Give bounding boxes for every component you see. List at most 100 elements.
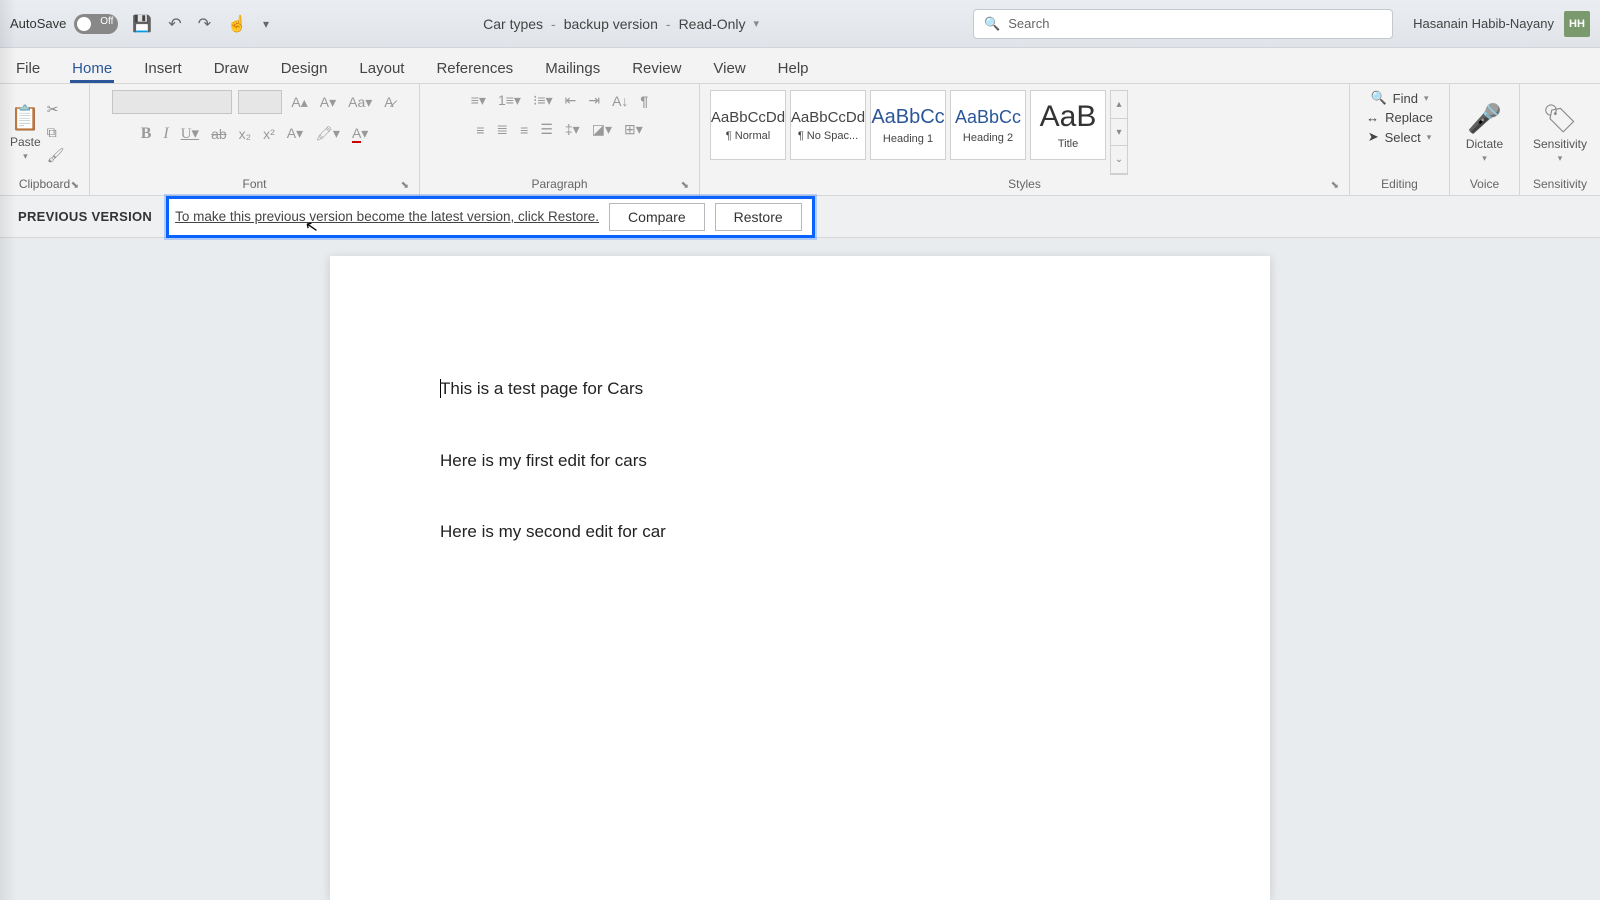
restore-button[interactable]: Restore: [715, 203, 802, 231]
group-label-clipboard: Clipboard⬊: [10, 175, 79, 193]
tab-design[interactable]: Design: [279, 53, 330, 83]
sensitivity-label: Sensitivity: [1533, 137, 1587, 151]
font-color-icon[interactable]: A▾: [349, 123, 371, 144]
decrease-indent-icon[interactable]: ⇤: [562, 90, 580, 111]
change-case-icon[interactable]: Aa▾: [345, 92, 375, 113]
launcher-icon[interactable]: ⬊: [401, 180, 409, 191]
bullets-icon[interactable]: ≡▾: [468, 90, 489, 111]
find-button[interactable]: 🔍Find▾: [1370, 90, 1428, 106]
justify-icon[interactable]: ☰: [537, 119, 556, 140]
search-icon: 🔍: [1370, 90, 1386, 106]
italic-button[interactable]: I: [160, 123, 171, 145]
copy-icon[interactable]: ⧉: [47, 124, 65, 141]
shrink-font-icon[interactable]: A▾: [317, 92, 339, 113]
compare-button[interactable]: Compare: [609, 203, 705, 231]
group-sensitivity: 🏷 Sensitivity ▾ Sensitivity: [1520, 84, 1600, 195]
tab-review[interactable]: Review: [630, 53, 683, 83]
undo-icon[interactable]: ↶: [168, 14, 181, 34]
page[interactable]: This is a test page for Cars Here is my …: [330, 256, 1270, 900]
font-name-select[interactable]: [112, 90, 232, 114]
tab-mailings[interactable]: Mailings: [543, 53, 602, 83]
style-caption: ¶ No Spac...: [798, 130, 858, 142]
style-title[interactable]: AaB Title: [1030, 90, 1106, 160]
tab-references[interactable]: References: [434, 53, 515, 83]
dictate-button[interactable]: 🎤 Dictate ▾: [1460, 90, 1509, 175]
autosave-toggle[interactable]: Off: [74, 14, 118, 34]
tab-help[interactable]: Help: [776, 53, 811, 83]
launcher-icon[interactable]: ⬊: [1331, 180, 1339, 191]
cut-icon[interactable]: ✂: [47, 101, 65, 118]
microphone-icon: 🎤: [1467, 102, 1502, 135]
align-center-icon[interactable]: ≣: [493, 119, 511, 140]
redo-icon[interactable]: ↷: [198, 14, 211, 34]
underline-button[interactable]: U▾: [178, 122, 202, 145]
tab-home[interactable]: Home: [70, 53, 114, 83]
highlight-icon[interactable]: 🖍▾: [312, 123, 343, 144]
sensitivity-button[interactable]: 🏷 Sensitivity ▾: [1530, 90, 1590, 175]
tab-file[interactable]: File: [14, 53, 42, 83]
launcher-icon[interactable]: ⬊: [681, 180, 689, 191]
autosave-label: AutoSave: [10, 16, 66, 31]
chevron-down-icon[interactable]: ▾: [1111, 119, 1127, 147]
line-spacing-icon[interactable]: ‡▾: [562, 119, 583, 140]
chevron-down-icon: ▾: [1558, 153, 1563, 164]
document-area[interactable]: This is a test page for Cars Here is my …: [0, 238, 1600, 900]
bold-button[interactable]: B: [138, 123, 155, 145]
tab-insert[interactable]: Insert: [142, 53, 184, 83]
align-left-icon[interactable]: ≡: [473, 120, 487, 140]
expand-icon[interactable]: ⌄: [1111, 146, 1127, 174]
group-label-editing: Editing: [1360, 175, 1439, 193]
paragraph: Here is my second edit for car: [440, 519, 1160, 545]
sort-icon[interactable]: A↓: [609, 91, 631, 111]
touch-mode-icon[interactable]: ☝: [227, 14, 247, 34]
autosave-state: Off: [100, 16, 113, 27]
text-effects-icon[interactable]: A▾: [284, 123, 306, 144]
restore-hint-link[interactable]: To make this previous version become the…: [175, 209, 599, 224]
tab-draw[interactable]: Draw: [212, 53, 251, 83]
title-bar: AutoSave Off 💾 ↶ ↷ ☝ ▾ Car types - backu…: [0, 0, 1600, 48]
format-painter-icon[interactable]: 🖌: [47, 147, 65, 164]
styles-scroll[interactable]: ▴ ▾ ⌄: [1110, 90, 1128, 175]
style-caption: Heading 1: [883, 133, 933, 145]
superscript-button[interactable]: x²: [260, 124, 278, 144]
shading-icon[interactable]: ◪▾: [589, 119, 615, 140]
paste-label: Paste: [10, 135, 41, 149]
user-avatar[interactable]: HH: [1564, 11, 1590, 37]
tab-layout[interactable]: Layout: [357, 53, 406, 83]
chevron-up-icon[interactable]: ▴: [1111, 91, 1127, 119]
align-right-icon[interactable]: ≡: [517, 120, 531, 140]
previous-version-bar: PREVIOUS VERSION To make this previous v…: [0, 196, 1600, 238]
doc-subtitle: backup version: [564, 16, 658, 32]
grow-font-icon[interactable]: A▴: [288, 92, 310, 113]
ribbon: 📋 Paste ▾ ✂ ⧉ 🖌 Clipboard⬊ A▴ A▾ Aa▾ A̷: [0, 84, 1600, 196]
document-title: Car types - backup version - Read-Only ▾: [269, 16, 973, 32]
borders-icon[interactable]: ⊞▾: [621, 119, 646, 140]
paragraph: Here is my first edit for cars: [440, 448, 1160, 474]
tab-view[interactable]: View: [711, 53, 747, 83]
save-icon[interactable]: 💾: [132, 14, 152, 34]
user-area[interactable]: Hasanain Habib-Nayany HH: [1413, 11, 1590, 37]
style-caption: ¶ Normal: [726, 130, 770, 142]
style-normal[interactable]: AaBbCcDd ¶ Normal: [710, 90, 786, 160]
style-heading-1[interactable]: AaBbCc Heading 1: [870, 90, 946, 160]
replace-button[interactable]: ↔Replace: [1366, 110, 1433, 125]
paste-button[interactable]: 📋 Paste ▾: [10, 104, 41, 162]
increase-indent-icon[interactable]: ⇥: [585, 90, 603, 111]
show-marks-icon[interactable]: ¶: [637, 91, 651, 111]
style-heading-2[interactable]: AaBbCc Heading 2: [950, 90, 1026, 160]
multilevel-list-icon[interactable]: ⁝≡▾: [530, 90, 556, 111]
autosave-control[interactable]: AutoSave Off: [10, 14, 118, 34]
cursor-icon: ➤: [1368, 129, 1379, 145]
launcher-icon[interactable]: ⬊: [71, 180, 79, 191]
search-input[interactable]: 🔍 Search: [973, 9, 1393, 39]
subscript-button[interactable]: x₂: [236, 124, 254, 144]
strikethrough-button[interactable]: ab: [208, 124, 230, 144]
font-size-select[interactable]: [238, 90, 282, 114]
select-button[interactable]: ➤Select▾: [1368, 129, 1432, 145]
clear-formatting-icon[interactable]: A̷: [381, 92, 396, 112]
numbering-icon[interactable]: 1≡▾: [495, 90, 524, 111]
group-label-font: Font⬊: [100, 175, 409, 193]
style-no-spacing[interactable]: AaBbCcDd ¶ No Spac...: [790, 90, 866, 160]
style-preview: AaBbCc: [871, 106, 944, 129]
chevron-down-icon[interactable]: ▾: [753, 17, 759, 30]
